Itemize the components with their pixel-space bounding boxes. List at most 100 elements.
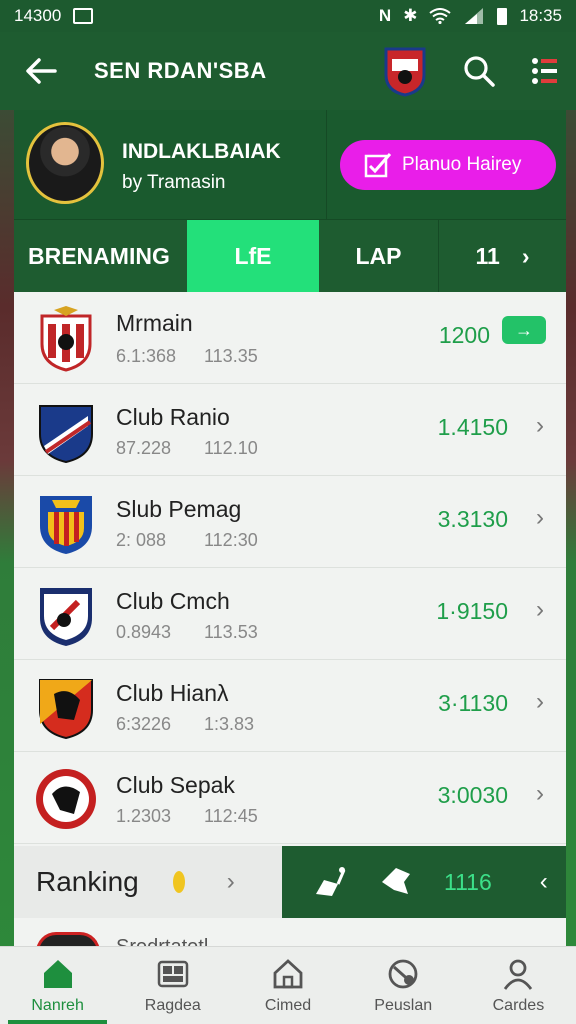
ranking-label: Ranking [36, 866, 139, 897]
chevron-right-icon[interactable]: › [536, 596, 544, 624]
promo-button-label: Planuo Hairey [402, 154, 522, 175]
n-icon: N [378, 6, 392, 25]
club-name: Club Hianλ [116, 680, 229, 706]
wifi-icon [429, 8, 452, 24]
club-logo-icon [40, 496, 92, 554]
chevron-right-icon[interactable]: › [536, 504, 544, 532]
nav-label: Cimed [264, 996, 312, 1014]
grid-icon [157, 960, 189, 987]
club-meta-1: 1.2303 [116, 806, 172, 826]
chevron-right-icon[interactable]: › [536, 412, 544, 440]
status-bar: 14300 N ✱ 18:35 [0, 0, 576, 32]
tab-label: LAP [355, 242, 402, 269]
profile-name: INDLAKLBAIAK [122, 140, 281, 163]
pin-icon[interactable] [378, 864, 414, 900]
club-logo-icon [36, 769, 96, 829]
user-icon [504, 959, 533, 990]
profile-subtitle: by Tramasin [122, 172, 226, 193]
club-meta-2: 112:30 [204, 530, 258, 550]
nav-item-peuslan[interactable]: Peuslan [346, 947, 461, 1024]
battery-icon [497, 7, 508, 25]
club-logo-icon [39, 679, 93, 740]
club-meta-1: 2: 088 [116, 530, 167, 550]
club-meta-1: 6:3226 [116, 714, 172, 734]
nav-item-cardes[interactable]: Cardes [461, 947, 576, 1024]
home-icon [43, 959, 72, 988]
club-score: 1.4150 [437, 414, 508, 440]
chevron-right-icon[interactable]: › [536, 780, 544, 808]
tab-11[interactable]: 11 › [439, 220, 566, 292]
tab-live[interactable]: LfE [187, 220, 319, 292]
club-name: Slub Pemag [116, 496, 242, 522]
bottom-navigation: Nanreh Ragdea Cimed Peuslan Cardes [0, 946, 576, 1024]
checklist-icon [364, 153, 392, 178]
list-item[interactable]: Club Sepak 1.2303 112:45 3:0030 › [14, 752, 566, 844]
gallery-icon [73, 8, 94, 24]
arrow-left-icon[interactable] [16, 51, 66, 91]
chevron-right-icon[interactable]: › [536, 688, 544, 716]
bluetooth-icon: ✱ [403, 6, 418, 25]
club-meta-1: 87.228 [116, 438, 172, 458]
club-list: Mrmain 6.1:368 113.35 1200 → Club Ranio … [14, 292, 566, 848]
club-logo-icon [40, 588, 92, 646]
club-score: 3:0030 [437, 782, 508, 808]
tab-brenaming[interactable]: BRENAMING [14, 220, 187, 292]
club-logo-icon [36, 932, 100, 946]
club-meta-1: 6.1:368 [116, 346, 177, 366]
profile-panel: INDLAKLBAIAK by Tramasin Planuo Hairey [14, 110, 566, 220]
nav-label: Ragdea [144, 996, 201, 1014]
nav-item-ragdea[interactable]: Ragdea [115, 947, 230, 1024]
club-meta-2: 112:45 [204, 806, 258, 826]
club-meta-2: 113.35 [204, 346, 258, 366]
coin-icon [172, 871, 185, 893]
list-item-peek[interactable]: Sredrtatetl [14, 918, 566, 946]
tab-label: LfE [234, 242, 272, 269]
ranking-card[interactable]: Ranking › [14, 846, 282, 918]
arrow-pill-icon[interactable]: → [502, 316, 546, 344]
ranking-count: 1116 [444, 868, 492, 895]
nav-item-home[interactable]: Nanreh [0, 947, 115, 1024]
ball-icon [388, 959, 418, 988]
tab-bar: BRENAMING LfE LAP 11 › [14, 220, 566, 292]
club-meta-2: 1:3.83 [204, 714, 255, 734]
club-score: 3·1130 [438, 690, 508, 716]
search-icon[interactable] [462, 54, 496, 88]
nav-label: Peuslan [374, 996, 433, 1014]
nav-label: Cardes [492, 996, 545, 1014]
app-title: SEN RDAN'SBA [94, 58, 267, 83]
club-logo-icon [40, 306, 92, 372]
club-name: Mrmain [116, 310, 193, 336]
tab-label: BRENAMING [28, 242, 170, 269]
club-meta-2: 113.53 [204, 622, 258, 642]
club-name: Club Ranio [116, 404, 230, 430]
club-name: Club Sepak [116, 772, 235, 798]
club-meta-2: 112.10 [204, 438, 258, 458]
house-outline-icon [273, 958, 303, 988]
ranking-bar: Ranking › 1116 ‹ [14, 846, 566, 918]
chevron-left-icon[interactable]: ‹ [540, 868, 548, 896]
list-item[interactable]: Slub Pemag 2: 088 112:30 3.3130 › [14, 476, 566, 568]
club-name: Club Cmch [116, 588, 230, 614]
nav-label: Nanreh [31, 996, 84, 1014]
avatar[interactable] [26, 122, 104, 204]
club-score: 3.3130 [437, 506, 508, 532]
app-bar: SEN RDAN'SBA [0, 32, 576, 110]
tab-label: 11 [475, 242, 500, 269]
list-item[interactable]: Club Hianλ 6:3226 1:3.83 3·1130 › [14, 660, 566, 752]
tab-lap[interactable]: LAP [319, 220, 439, 292]
club-logo-icon [39, 405, 93, 464]
status-time-right: 18:35 [519, 6, 562, 25]
whistle-icon[interactable] [312, 864, 348, 900]
divider [326, 110, 327, 220]
list-item[interactable]: Mrmain 6.1:368 113.35 1200 → [14, 292, 566, 384]
chevron-right-icon: › [521, 242, 530, 269]
club-crest-icon[interactable] [382, 45, 428, 97]
list-item[interactable]: Club Cmch 0.8943 113.53 1·9150 › [14, 568, 566, 660]
list-item[interactable]: Club Ranio 87.228 112.10 1.4150 › [14, 384, 566, 476]
club-score: 1·9150 [436, 598, 508, 624]
club-score: 1200 [438, 322, 490, 348]
nav-item-cimed[interactable]: Cimed [230, 947, 345, 1024]
promo-button[interactable]: Planuo Hairey [340, 140, 556, 190]
club-name: Sredrtatetl [116, 936, 208, 946]
menu-icon[interactable] [530, 56, 560, 86]
